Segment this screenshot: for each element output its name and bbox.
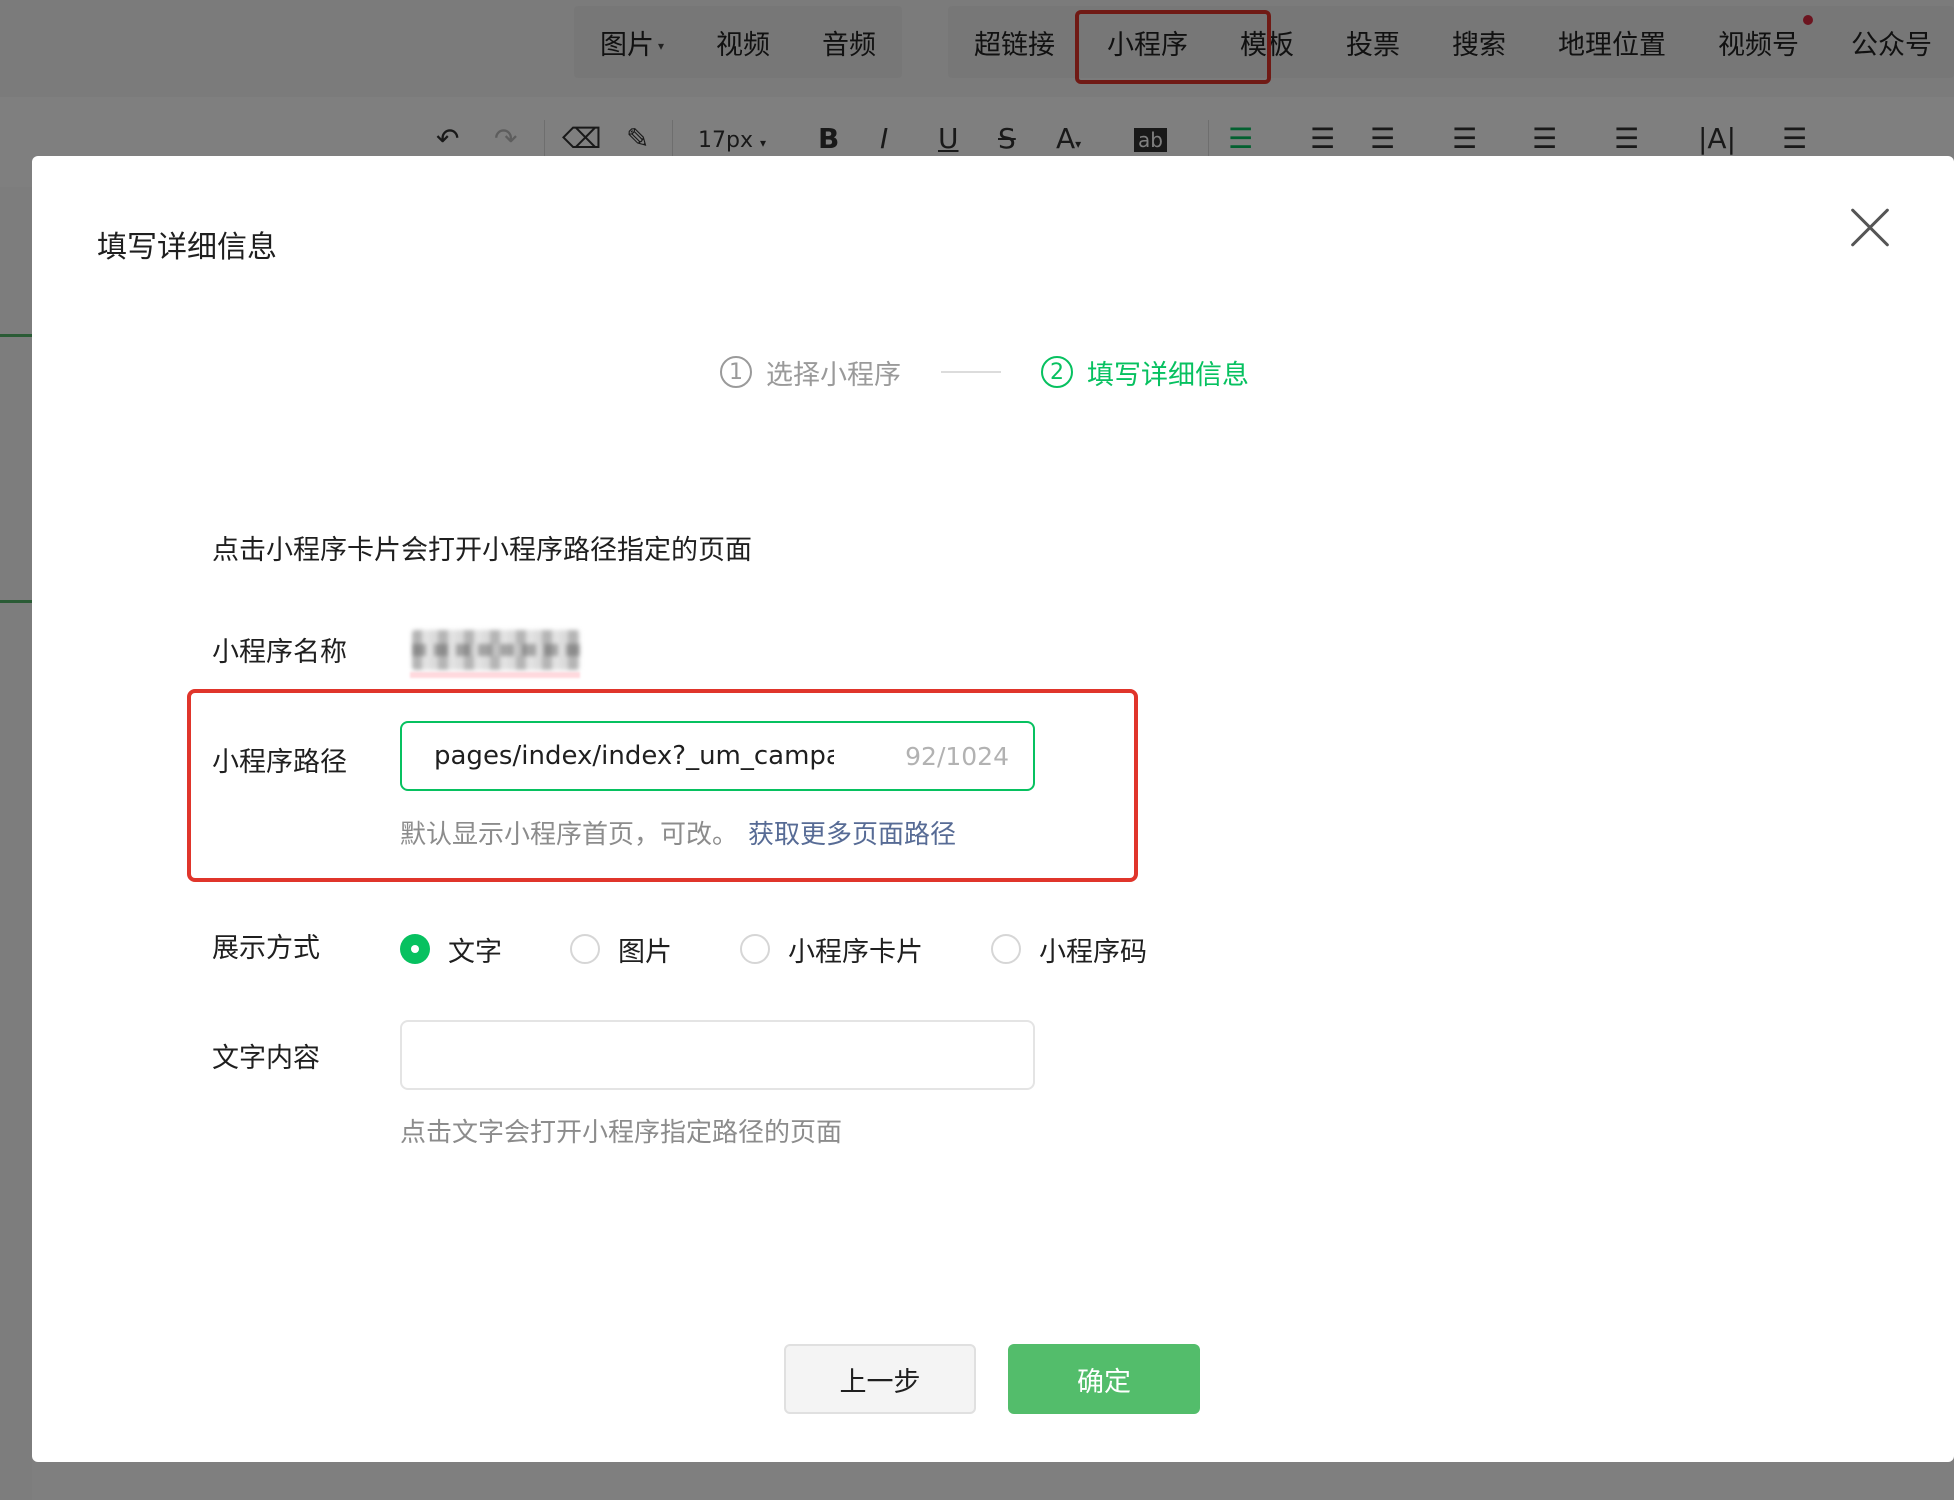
radio-unchecked-icon[interactable] — [570, 934, 600, 964]
mini-program-dialog: 填写详细信息 1 选择小程序 2 填写详细信息 点击小程序卡片会打开小程序路径指… — [32, 156, 1954, 1462]
mini-program-path-label: 小程序路径 — [212, 747, 347, 778]
mini-program-name-redacted — [412, 630, 580, 670]
radio-label: 小程序卡片 — [788, 936, 923, 968]
step-select-mini-program: 1 选择小程序 — [720, 353, 901, 392]
radio-unchecked-icon[interactable] — [991, 934, 1021, 964]
step-label: 选择小程序 — [766, 359, 901, 391]
close-icon[interactable] — [1848, 206, 1892, 250]
dialog-description: 点击小程序卡片会打开小程序路径指定的页面 — [212, 535, 752, 566]
previous-step-button[interactable]: 上一步 — [784, 1344, 976, 1414]
text-content-label: 文字内容 — [212, 1043, 320, 1074]
display-mode-label: 展示方式 — [212, 933, 320, 964]
redaction-artifact — [410, 672, 580, 678]
radio-mini-program-code[interactable]: 小程序码 — [991, 930, 1147, 969]
step-label: 填写详细信息 — [1087, 359, 1249, 391]
radio-mini-program-card[interactable]: 小程序卡片 — [740, 930, 923, 969]
path-hint: 默认显示小程序首页，可改。 获取更多页面路径 — [400, 814, 956, 851]
radio-checked-icon[interactable] — [400, 934, 430, 964]
text-content-input[interactable] — [400, 1020, 1035, 1090]
path-hint-text: 默认显示小程序首页，可改。 — [400, 820, 739, 850]
more-paths-link[interactable]: 获取更多页面路径 — [748, 820, 956, 850]
text-content-hint: 点击文字会打开小程序指定路径的页面 — [400, 1118, 843, 1148]
radio-image[interactable]: 图片 — [570, 930, 672, 969]
display-mode-radio-group: 文字 图片 小程序卡片 小程序码 — [400, 929, 1215, 969]
step-number: 1 — [720, 356, 752, 388]
step-indicator: 1 选择小程序 2 填写详细信息 — [720, 350, 1249, 394]
radio-label: 图片 — [618, 936, 672, 968]
dialog-title: 填写详细信息 — [97, 230, 277, 265]
path-input[interactable]: pages/index/index?_um_campaign 92/1024 — [400, 721, 1035, 791]
radio-unchecked-icon[interactable] — [740, 934, 770, 964]
step-fill-details: 2 填写详细信息 — [1041, 353, 1249, 392]
radio-label: 文字 — [448, 936, 502, 968]
step-number: 2 — [1041, 356, 1073, 388]
path-input-value[interactable]: pages/index/index?_um_campaign — [434, 741, 834, 771]
step-connector — [941, 371, 1001, 373]
radio-label: 小程序码 — [1039, 936, 1147, 968]
path-char-counter: 92/1024 — [905, 741, 1009, 771]
confirm-button[interactable]: 确定 — [1008, 1344, 1200, 1414]
mini-program-name-label: 小程序名称 — [212, 637, 347, 668]
radio-text[interactable]: 文字 — [400, 930, 502, 969]
